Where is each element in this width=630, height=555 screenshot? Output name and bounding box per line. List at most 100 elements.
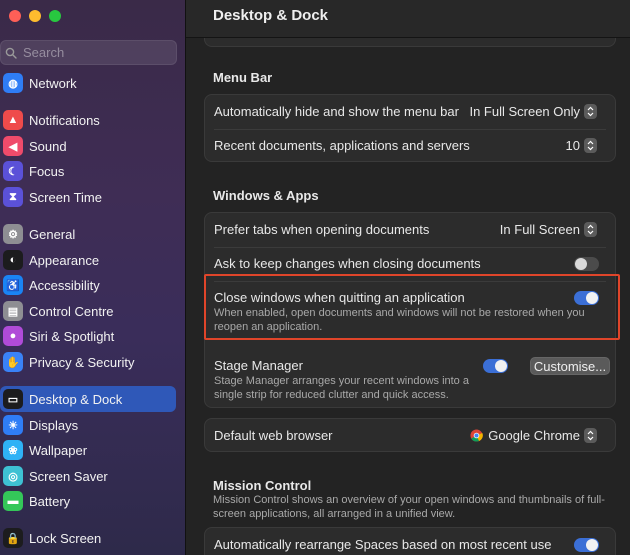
sidebar-item-privacy-security[interactable]: ✋ Privacy & Security xyxy=(0,349,176,375)
close-windows-description: When enabled, open documents and windows… xyxy=(214,307,585,333)
battery-icon: ▬ xyxy=(3,491,23,511)
accessibility-icon: ♿ xyxy=(3,275,23,295)
control-centre-icon: ▤ xyxy=(3,301,23,321)
sidebar-item-label: Screen Saver xyxy=(29,468,108,484)
moon-icon: ☾ xyxy=(3,161,23,181)
speaker-icon: ◀ xyxy=(3,136,23,156)
stage-manager-description: Stage Manager arranges your recent windo… xyxy=(214,375,469,401)
sidebar-item-label: Focus xyxy=(29,163,65,179)
sidebar-item-label: Sound xyxy=(29,138,67,154)
recent-items-label: Recent documents, applications and serve… xyxy=(214,138,470,153)
toggle-knob xyxy=(495,360,507,372)
recent-items-row: Recent documents, applications and serve… xyxy=(205,129,615,163)
sidebar-item-siri-spotlight[interactable]: ● Siri & Spotlight xyxy=(0,323,176,349)
auto-hide-menu-bar-popup[interactable]: In Full Screen Only xyxy=(469,104,597,119)
sidebar-item-label: Appearance xyxy=(29,252,100,268)
sidebar-item-network[interactable]: ◍ Network xyxy=(0,70,176,96)
rearrange-spaces-label: Automatically rearrange Spaces based on … xyxy=(214,537,552,552)
dock-icon: ▭ xyxy=(3,389,23,409)
chevron-up-down-icon xyxy=(584,138,597,153)
menu-bar-group: Automatically hide and show the menu bar… xyxy=(204,94,616,162)
default-browser-row: Default web browser Google Chrome xyxy=(205,419,615,453)
sidebar-item-label: Lock Screen xyxy=(29,530,102,546)
mission-control-group: Automatically rearrange Spaces based on … xyxy=(204,527,616,555)
default-browser-value: Google Chrome xyxy=(488,428,580,443)
search-input[interactable] xyxy=(23,45,173,60)
search-field[interactable] xyxy=(0,40,177,65)
default-browser-label: Default web browser xyxy=(214,428,333,443)
rearrange-spaces-row: Automatically rearrange Spaces based on … xyxy=(205,528,615,555)
prefer-tabs-label: Prefer tabs when opening documents xyxy=(214,222,430,237)
bell-icon: ▲ xyxy=(3,110,23,130)
lock-icon: 🔒 xyxy=(3,528,23,548)
hourglass-icon: ⧗ xyxy=(3,187,23,207)
stage-manager-label: Stage Manager xyxy=(214,358,303,373)
sidebar-item-label: Desktop & Dock xyxy=(29,391,123,407)
sidebar-item-label: Network xyxy=(29,75,77,91)
sidebar-item-label: General xyxy=(29,226,76,242)
chevron-up-down-icon xyxy=(584,104,597,119)
sidebar-item-general[interactable]: ⚙ General xyxy=(0,221,176,247)
chevron-up-down-icon xyxy=(584,222,597,237)
main-content: Desktop & Dock Menu Bar Automatically hi… xyxy=(186,0,630,555)
ask-keep-changes-toggle[interactable] xyxy=(574,257,599,271)
close-windows-label: Close windows when quitting an applicati… xyxy=(214,290,465,305)
prefer-tabs-value: In Full Screen xyxy=(499,222,580,237)
default-browser-group: Default web browser Google Chrome xyxy=(204,418,616,452)
ask-keep-changes-row: Ask to keep changes when closing documen… xyxy=(205,247,615,281)
sidebar-item-screen-time[interactable]: ⧗ Screen Time xyxy=(0,184,176,210)
sidebar-item-label: Notifications xyxy=(29,112,100,128)
sidebar-item-battery[interactable]: ▬ Battery xyxy=(0,488,176,514)
sidebar-item-control-centre[interactable]: ▤ Control Centre xyxy=(0,298,176,324)
sidebar-item-notifications[interactable]: ▲ Notifications xyxy=(0,107,176,133)
sidebar-item-label: Battery xyxy=(29,493,71,509)
sidebar-item-label: Privacy & Security xyxy=(29,354,135,370)
sidebar-item-focus[interactable]: ☾ Focus xyxy=(0,158,176,184)
prefer-tabs-popup[interactable]: In Full Screen xyxy=(500,222,597,237)
wallpaper-icon: ❀ xyxy=(3,440,23,460)
sidebar-item-lock-screen[interactable]: 🔒 Lock Screen xyxy=(0,525,176,551)
sidebar-item-label: Wallpaper xyxy=(29,442,88,458)
siri-icon: ● xyxy=(3,326,23,346)
page-title: Desktop & Dock xyxy=(213,7,329,24)
sidebar-item-screen-saver[interactable]: ◎ Screen Saver xyxy=(0,463,176,489)
toggle-knob xyxy=(586,539,598,551)
chrome-icon xyxy=(470,429,484,442)
close-windows-row: Close windows when quitting an applicati… xyxy=(205,281,615,339)
auto-hide-menu-bar-value: In Full Screen Only xyxy=(469,104,580,119)
sidebar-item-label: Screen Time xyxy=(29,189,102,205)
windows-apps-section-title: Windows & Apps xyxy=(213,188,319,203)
toolbar: Desktop & Dock xyxy=(186,0,630,38)
appearance-icon: ◐ xyxy=(3,250,23,270)
default-browser-popup[interactable]: Google Chrome xyxy=(470,428,597,443)
stage-manager-toggle[interactable] xyxy=(483,359,508,373)
auto-hide-menu-bar-label: Automatically hide and show the menu bar xyxy=(214,104,459,119)
recent-items-value: 10 xyxy=(565,138,580,153)
sidebar-item-desktop-dock[interactable]: ▭ Desktop & Dock xyxy=(0,386,176,412)
sidebar-item-sound[interactable]: ◀ Sound xyxy=(0,133,176,159)
mission-control-section-title: Mission Control xyxy=(213,478,312,493)
previous-group-edge xyxy=(204,38,616,47)
zoom-window-button[interactable] xyxy=(49,10,61,22)
toggle-knob xyxy=(586,292,598,304)
recent-items-popup[interactable]: 10 xyxy=(566,138,597,153)
close-window-button[interactable] xyxy=(9,10,21,22)
divider xyxy=(214,339,606,340)
sidebar-item-displays[interactable]: ☀ Displays xyxy=(0,412,176,438)
window-controls xyxy=(9,10,61,22)
windows-apps-group: Prefer tabs when opening documents In Fu… xyxy=(204,212,616,408)
close-windows-toggle[interactable] xyxy=(574,291,599,305)
customise-button[interactable]: Customise... xyxy=(530,357,610,375)
sidebar-item-label: Accessibility xyxy=(29,277,100,293)
ask-keep-changes-label: Ask to keep changes when closing documen… xyxy=(214,256,481,271)
minimize-window-button[interactable] xyxy=(29,10,41,22)
globe-icon: ◍ xyxy=(3,73,23,93)
chevron-up-down-icon xyxy=(584,428,597,443)
hand-icon: ✋ xyxy=(3,352,23,372)
prefer-tabs-row: Prefer tabs when opening documents In Fu… xyxy=(205,213,615,247)
sidebar-item-label: Control Centre xyxy=(29,303,114,319)
sidebar-item-accessibility[interactable]: ♿ Accessibility xyxy=(0,272,176,298)
rearrange-spaces-toggle[interactable] xyxy=(574,538,599,552)
sidebar-item-wallpaper[interactable]: ❀ Wallpaper xyxy=(0,437,176,463)
sidebar-item-appearance[interactable]: ◐ Appearance xyxy=(0,247,176,273)
